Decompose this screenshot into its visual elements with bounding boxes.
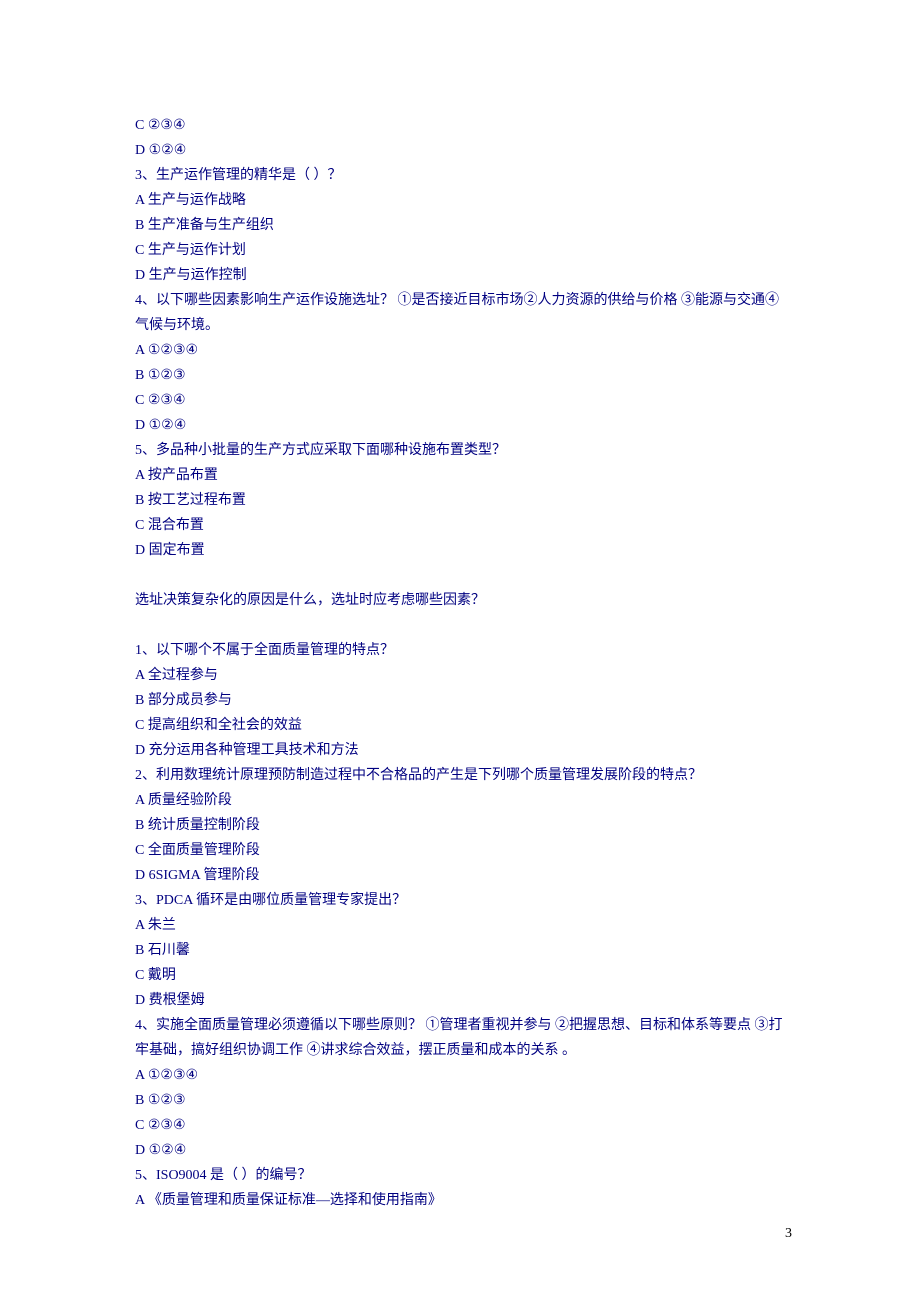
option-line: C 戴明	[135, 963, 785, 988]
option-line: B 按工艺过程布置	[135, 488, 785, 513]
question-line: 4、实施全面质量管理必须遵循以下哪些原则？ ①管理者重视并参与 ②把握思想、目标…	[135, 1013, 785, 1063]
paragraph-line: 选址决策复杂化的原因是什么，选址时应考虑哪些因素？	[135, 588, 785, 613]
option-line: A ①②③④	[135, 338, 785, 363]
document-body: C ②③④ D ①②④ 3、生产运作管理的精华是（ ）？ A 生产与运作战略 B…	[0, 0, 920, 1253]
question-line: 3、生产运作管理的精华是（ ）？	[135, 163, 785, 188]
option-line: D 充分运用各种管理工具技术和方法	[135, 738, 785, 763]
question-line: 3、PDCA 循环是由哪位质量管理专家提出？	[135, 888, 785, 913]
option-line: C ②③④	[135, 1113, 785, 1138]
option-line: B 石川馨	[135, 938, 785, 963]
option-line: D ①②④	[135, 413, 785, 438]
option-line: A 质量经验阶段	[135, 788, 785, 813]
option-line: D 生产与运作控制	[135, 263, 785, 288]
question-line: 5、多品种小批量的生产方式应采取下面哪种设施布置类型？	[135, 438, 785, 463]
option-line: A 《质量管理和质量保证标准—选择和使用指南》	[135, 1188, 785, 1213]
option-line: B 部分成员参与	[135, 688, 785, 713]
option-line: A 朱兰	[135, 913, 785, 938]
option-line: A 生产与运作战略	[135, 188, 785, 213]
option-line: D 6SIGMA 管理阶段	[135, 863, 785, 888]
option-line: B 统计质量控制阶段	[135, 813, 785, 838]
question-line: 5、ISO9004 是（ ）的编号？	[135, 1163, 785, 1188]
option-line: B ①②③	[135, 363, 785, 388]
page-number: 3	[785, 1226, 792, 1242]
option-line: B ①②③	[135, 1088, 785, 1113]
option-line: C 混合布置	[135, 513, 785, 538]
question-line: 2、利用数理统计原理预防制造过程中不合格品的产生是下列哪个质量管理发展阶段的特点…	[135, 763, 785, 788]
blank-line	[135, 563, 785, 588]
text-line: C ②③④	[135, 113, 785, 138]
option-line: A 按产品布置	[135, 463, 785, 488]
option-line: C 生产与运作计划	[135, 238, 785, 263]
text-line: D ①②④	[135, 138, 785, 163]
option-line: A 全过程参与	[135, 663, 785, 688]
option-line: C 提高组织和全社会的效益	[135, 713, 785, 738]
question-line: 4、以下哪些因素影响生产运作设施选址？ ①是否接近目标市场②人力资源的供给与价格…	[135, 288, 785, 338]
option-line: B 生产准备与生产组织	[135, 213, 785, 238]
option-line: D ①②④	[135, 1138, 785, 1163]
option-line: A ①②③④	[135, 1063, 785, 1088]
option-line: C 全面质量管理阶段	[135, 838, 785, 863]
option-line: D 固定布置	[135, 538, 785, 563]
question-line: 1、以下哪个不属于全面质量管理的特点？	[135, 638, 785, 663]
option-line: D 费根堡姆	[135, 988, 785, 1013]
option-line: C ②③④	[135, 388, 785, 413]
blank-line	[135, 613, 785, 638]
